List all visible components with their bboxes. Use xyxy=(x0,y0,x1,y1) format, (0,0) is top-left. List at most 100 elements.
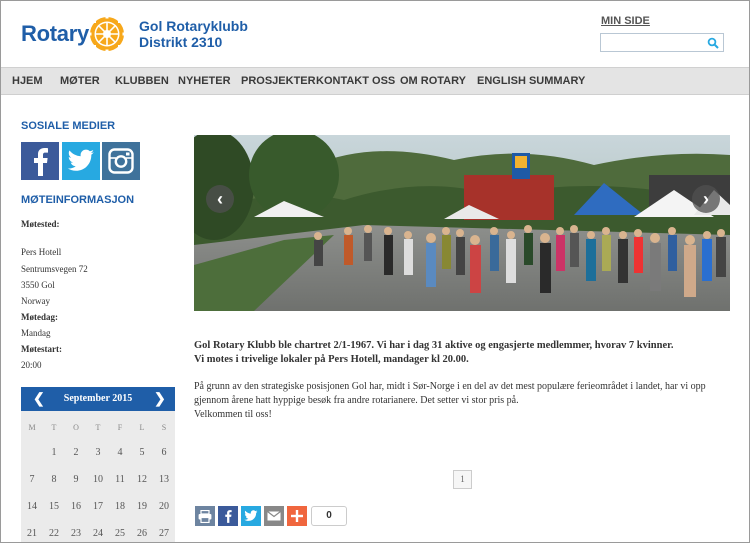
calendar-day[interactable]: 1 xyxy=(43,447,65,458)
motedag-value: Mandag xyxy=(21,328,51,338)
calendar-day[interactable]: 19 xyxy=(131,501,153,512)
instagram-button[interactable] xyxy=(102,142,140,180)
calendar-day[interactable]: 21 xyxy=(21,528,43,539)
calendar-weekday: S xyxy=(161,423,167,432)
calendar-day[interactable]: 12 xyxy=(131,474,153,485)
min-side-link[interactable]: MIN SIDE xyxy=(601,15,650,27)
lead-line-1: Gol Rotary Klubb ble chartret 2/1-1967. … xyxy=(194,340,674,351)
share-more-button[interactable] xyxy=(287,506,307,526)
instagram-icon xyxy=(108,148,134,174)
rotary-logo-text[interactable]: Rotary xyxy=(21,21,89,47)
site-header: Rotary Gol Rotaryklubb Distrikt 2310 MIN… xyxy=(1,1,749,67)
facebook-button[interactable] xyxy=(21,142,59,180)
calendar-day[interactable]: 3 xyxy=(87,447,109,458)
slider-next-icon[interactable]: › xyxy=(692,185,720,213)
share-twitter-button[interactable] xyxy=(241,506,261,526)
page-number-button[interactable]: 1 xyxy=(453,470,472,489)
club-name[interactable]: Gol Rotaryklubb Distrikt 2310 xyxy=(139,18,248,50)
motestart-label-text: Møtestart: xyxy=(21,344,62,354)
calendar-weekday: F xyxy=(117,423,123,432)
venue-postal: 3550 Gol xyxy=(21,280,55,290)
email-icon xyxy=(267,511,281,521)
club-name-line2: Distrikt 2310 xyxy=(139,34,223,50)
main-nav: HJEM MØTER KLUBBEN NYHETER PROSJEKTER KO… xyxy=(1,67,749,95)
calendar-day[interactable]: 7 xyxy=(21,474,43,485)
calendar-day[interactable]: 8 xyxy=(43,474,65,485)
venue-street: Sentrumsvegen 72 xyxy=(21,264,88,274)
rotary-wheel-icon[interactable] xyxy=(87,14,127,54)
plus-icon xyxy=(291,510,303,522)
calendar-day[interactable]: 9 xyxy=(65,474,87,485)
meeting-info-heading: MØTEINFORMASJON xyxy=(21,194,135,206)
motedag-label-text: Møtedag: xyxy=(21,312,58,322)
para-line-2: gjennom årene hatt hyppige besøk fra and… xyxy=(194,395,519,406)
calendar-weekday: L xyxy=(139,423,145,432)
calendar-day[interactable]: 17 xyxy=(87,501,109,512)
nav-item-prosjekter[interactable]: PROSJEKTER xyxy=(241,75,316,87)
twitter-button[interactable] xyxy=(62,142,100,180)
search-icon[interactable] xyxy=(707,37,719,49)
calendar-next-icon[interactable]: ❯ xyxy=(154,390,166,407)
motested-label-text: Møtested: xyxy=(21,219,60,229)
calendar-day[interactable]: 23 xyxy=(65,528,87,539)
facebook-icon xyxy=(225,510,232,523)
calendar-day[interactable]: 5 xyxy=(131,447,153,458)
venue-country: Norway xyxy=(21,296,50,306)
calendar-day[interactable]: 16 xyxy=(65,501,87,512)
search-input[interactable] xyxy=(600,33,724,52)
calendar-day[interactable]: 26 xyxy=(131,528,153,539)
calendar-day[interactable]: 25 xyxy=(109,528,131,539)
market-photo xyxy=(194,135,730,311)
motestart-label: Møtestart: xyxy=(21,344,62,354)
intro-lead: Gol Rotary Klubb ble chartret 2/1-1967. … xyxy=(194,339,730,367)
calendar-day[interactable]: 10 xyxy=(87,474,109,485)
nav-item-om-rotary[interactable]: OM ROTARY xyxy=(400,75,466,87)
calendar-day[interactable]: 4 xyxy=(109,447,131,458)
club-name-line1: Gol Rotaryklubb xyxy=(139,18,248,34)
calendar-day[interactable]: 14 xyxy=(21,501,43,512)
motedag-label: Møtedag: xyxy=(21,312,58,322)
event-calendar: ❮ September 2015 ❯ M T O T F L S 1 2 3 4 5 6 7 8 9 10 11 1… xyxy=(21,387,175,542)
calendar-day[interactable]: 20 xyxy=(153,501,175,512)
calendar-day[interactable]: 24 xyxy=(87,528,109,539)
venue-name: Pers Hotell xyxy=(21,247,62,257)
share-facebook-button[interactable] xyxy=(218,506,238,526)
calendar-day[interactable]: 6 xyxy=(153,447,175,458)
calendar-header: ❮ September 2015 ❯ xyxy=(21,387,175,411)
calendar-weekday: M xyxy=(28,423,36,432)
nav-item-kontakt-oss[interactable]: KONTAKT OSS xyxy=(316,75,395,87)
para-line-1: På grunn av den strategiske posisjonen G… xyxy=(194,381,706,392)
twitter-icon xyxy=(67,149,94,171)
calendar-day[interactable]: 2 xyxy=(65,447,87,458)
share-count: 0 xyxy=(311,506,347,526)
lead-line-2: Vi motes i trivelige lokaler på Pers Hot… xyxy=(194,354,469,365)
nav-item-english-summary[interactable]: ENGLISH SUMMARY xyxy=(477,75,585,87)
nav-item-hjem[interactable]: HJEM xyxy=(12,75,43,87)
facebook-icon xyxy=(34,148,48,176)
motestart-value: 20:00 xyxy=(21,360,42,370)
page-frame: Rotary Gol Rotaryklubb Distrikt 2310 MIN… xyxy=(0,0,750,543)
calendar-day[interactable]: 27 xyxy=(153,528,175,539)
nav-item-moter[interactable]: MØTER xyxy=(60,75,100,87)
social-media-heading: SOSIALE MEDIER xyxy=(21,120,116,132)
calendar-weekday: O xyxy=(73,423,79,432)
calendar-title: September 2015 xyxy=(63,393,133,404)
calendar-day[interactable]: 15 xyxy=(43,501,65,512)
print-icon xyxy=(198,509,212,523)
image-slider[interactable]: ‹ › xyxy=(194,135,730,311)
nav-item-nyheter[interactable]: NYHETER xyxy=(178,75,231,87)
calendar-day[interactable]: 13 xyxy=(153,474,175,485)
motested-label: Møtested: xyxy=(21,219,59,229)
calendar-day[interactable]: 11 xyxy=(109,474,131,485)
twitter-icon xyxy=(244,510,258,521)
para-line-3: Velkommen til oss! xyxy=(194,409,272,420)
calendar-day[interactable]: 22 xyxy=(43,528,65,539)
calendar-day[interactable]: 18 xyxy=(109,501,131,512)
calendar-weekday: T xyxy=(95,423,101,432)
share-email-button[interactable] xyxy=(264,506,284,526)
calendar-weekday: T xyxy=(51,423,57,432)
nav-item-klubben[interactable]: KLUBBEN xyxy=(115,75,169,87)
print-button[interactable] xyxy=(195,506,215,526)
slider-prev-icon[interactable]: ‹ xyxy=(206,185,234,213)
intro-paragraph: På grunn av den strategiske posisjonen G… xyxy=(194,380,730,422)
